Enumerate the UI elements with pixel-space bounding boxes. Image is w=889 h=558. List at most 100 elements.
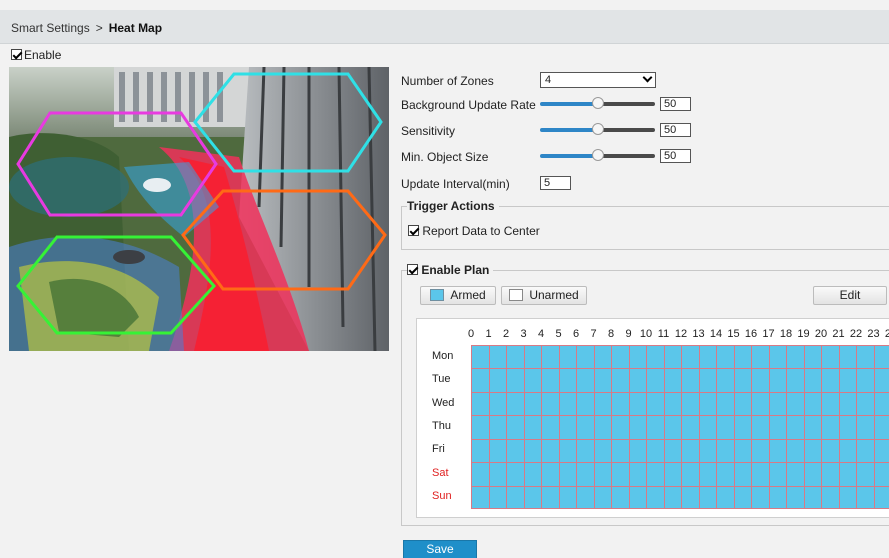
hour-label: 13 xyxy=(692,328,705,340)
day-label: Sat xyxy=(432,466,449,479)
grid-vline xyxy=(786,345,787,509)
breadcrumb-current: Heat Map xyxy=(108,21,163,35)
unarmed-label: Unarmed xyxy=(529,288,579,302)
armed-button[interactable]: Armed xyxy=(420,286,496,305)
grid-vline xyxy=(576,345,577,509)
grid-vline xyxy=(716,345,717,509)
grid-hline xyxy=(471,508,889,509)
camera-preview[interactable] xyxy=(9,67,389,351)
trigger-actions-legend: Trigger Actions xyxy=(407,199,499,213)
edit-button[interactable]: Edit xyxy=(813,286,887,305)
report-row: Report Data to Center xyxy=(408,224,540,238)
hour-label: 24 xyxy=(884,328,889,340)
zones-select-value: 4 xyxy=(545,74,552,86)
enable-checkbox[interactable] xyxy=(11,49,22,60)
schedule-panel: 0123456789101112131415161718192021222324… xyxy=(416,318,889,518)
min-size-slider[interactable] xyxy=(540,149,655,163)
unarmed-swatch xyxy=(509,289,524,301)
grid-vline xyxy=(856,345,857,509)
hour-label: 0 xyxy=(467,328,475,340)
grid-vline xyxy=(559,345,560,509)
grid-hline xyxy=(471,392,889,393)
grid-hline xyxy=(471,486,889,487)
min-size-label: Min. Object Size xyxy=(401,150,489,164)
min-size-input[interactable]: 50 xyxy=(660,149,691,163)
schedule-grid[interactable] xyxy=(471,345,889,509)
hour-label: 20 xyxy=(814,328,828,340)
save-button[interactable]: Save xyxy=(403,540,477,558)
plan-checkbox[interactable] xyxy=(407,264,418,275)
grid-vline xyxy=(874,345,875,509)
hour-label: 22 xyxy=(849,328,863,340)
hour-label: 15 xyxy=(727,328,740,340)
grid-vline xyxy=(804,345,805,509)
chevron-down-icon xyxy=(642,72,653,83)
grid-hline xyxy=(471,415,889,416)
day-label: Sun xyxy=(432,490,452,503)
grid-vline xyxy=(821,345,822,509)
hour-label: 7 xyxy=(590,328,597,340)
grid-vline xyxy=(751,345,752,509)
grid-vline xyxy=(839,345,840,509)
hour-label: 6 xyxy=(572,328,580,340)
bg-rate-label: Background Update Rate xyxy=(401,98,536,112)
hour-label: 16 xyxy=(744,328,758,340)
interval-input[interactable]: 5 xyxy=(540,176,571,190)
breadcrumb-bar: Smart Settings > Heat Map xyxy=(0,10,889,44)
breadcrumb-separator: > xyxy=(95,21,103,35)
day-label: Tue xyxy=(432,373,451,386)
hour-label: 21 xyxy=(832,328,845,340)
grid-vline xyxy=(524,345,525,509)
sensitivity-label: Sensitivity xyxy=(401,124,456,138)
armed-label: Armed xyxy=(450,288,486,302)
hour-label: 23 xyxy=(867,328,880,340)
day-label: Fri xyxy=(432,443,445,456)
day-label: Mon xyxy=(432,349,454,362)
hour-label: 2 xyxy=(502,328,510,340)
bg-rate-input[interactable]: 50 xyxy=(660,97,691,111)
slider-handle[interactable] xyxy=(592,149,604,161)
plan-legend: Enable Plan xyxy=(421,263,490,277)
bg-rate-slider[interactable] xyxy=(540,97,655,111)
hour-label: 12 xyxy=(674,328,688,340)
grid-vline xyxy=(471,345,472,509)
unarmed-button[interactable]: Unarmed xyxy=(501,286,587,305)
grid-vline xyxy=(541,345,542,509)
grid-vline xyxy=(594,345,595,509)
grid-vline xyxy=(489,345,490,509)
grid-vline xyxy=(681,345,682,509)
grid-vline xyxy=(664,345,665,509)
grid-vline xyxy=(734,345,735,509)
grid-vline xyxy=(646,345,647,509)
hour-label: 11 xyxy=(657,328,670,340)
hour-label: 19 xyxy=(797,328,810,340)
report-label: Report Data to Center xyxy=(422,224,540,238)
sensitivity-input[interactable]: 50 xyxy=(660,123,691,137)
grid-vline xyxy=(506,345,507,509)
slider-handle[interactable] xyxy=(592,123,604,135)
interval-label: Update Interval(min) xyxy=(401,177,510,191)
hour-label: 18 xyxy=(779,328,793,340)
grid-hline xyxy=(471,439,889,440)
hour-label: 10 xyxy=(639,328,653,340)
grid-vline xyxy=(611,345,612,509)
enable-label: Enable xyxy=(24,48,62,62)
hour-label: 17 xyxy=(762,328,775,340)
hour-label: 4 xyxy=(537,328,545,340)
hour-label: 14 xyxy=(709,328,723,340)
zones-select[interactable]: 4 xyxy=(540,72,656,88)
sensitivity-slider[interactable] xyxy=(540,123,655,137)
hour-label: 5 xyxy=(555,328,562,340)
hour-label: 9 xyxy=(625,328,632,340)
report-checkbox[interactable] xyxy=(408,225,419,236)
grid-vline xyxy=(629,345,630,509)
breadcrumb-parent[interactable]: Smart Settings xyxy=(11,21,90,35)
hour-label: 3 xyxy=(520,328,527,340)
day-label: Wed xyxy=(432,396,455,409)
plan-legend-row: Enable Plan xyxy=(407,263,494,277)
zones-label: Number of Zones xyxy=(401,74,494,88)
breadcrumb: Smart Settings > Heat Map xyxy=(11,21,162,35)
slider-handle[interactable] xyxy=(592,97,604,109)
hour-label: 1 xyxy=(485,328,492,340)
enable-row: Enable xyxy=(11,48,61,62)
